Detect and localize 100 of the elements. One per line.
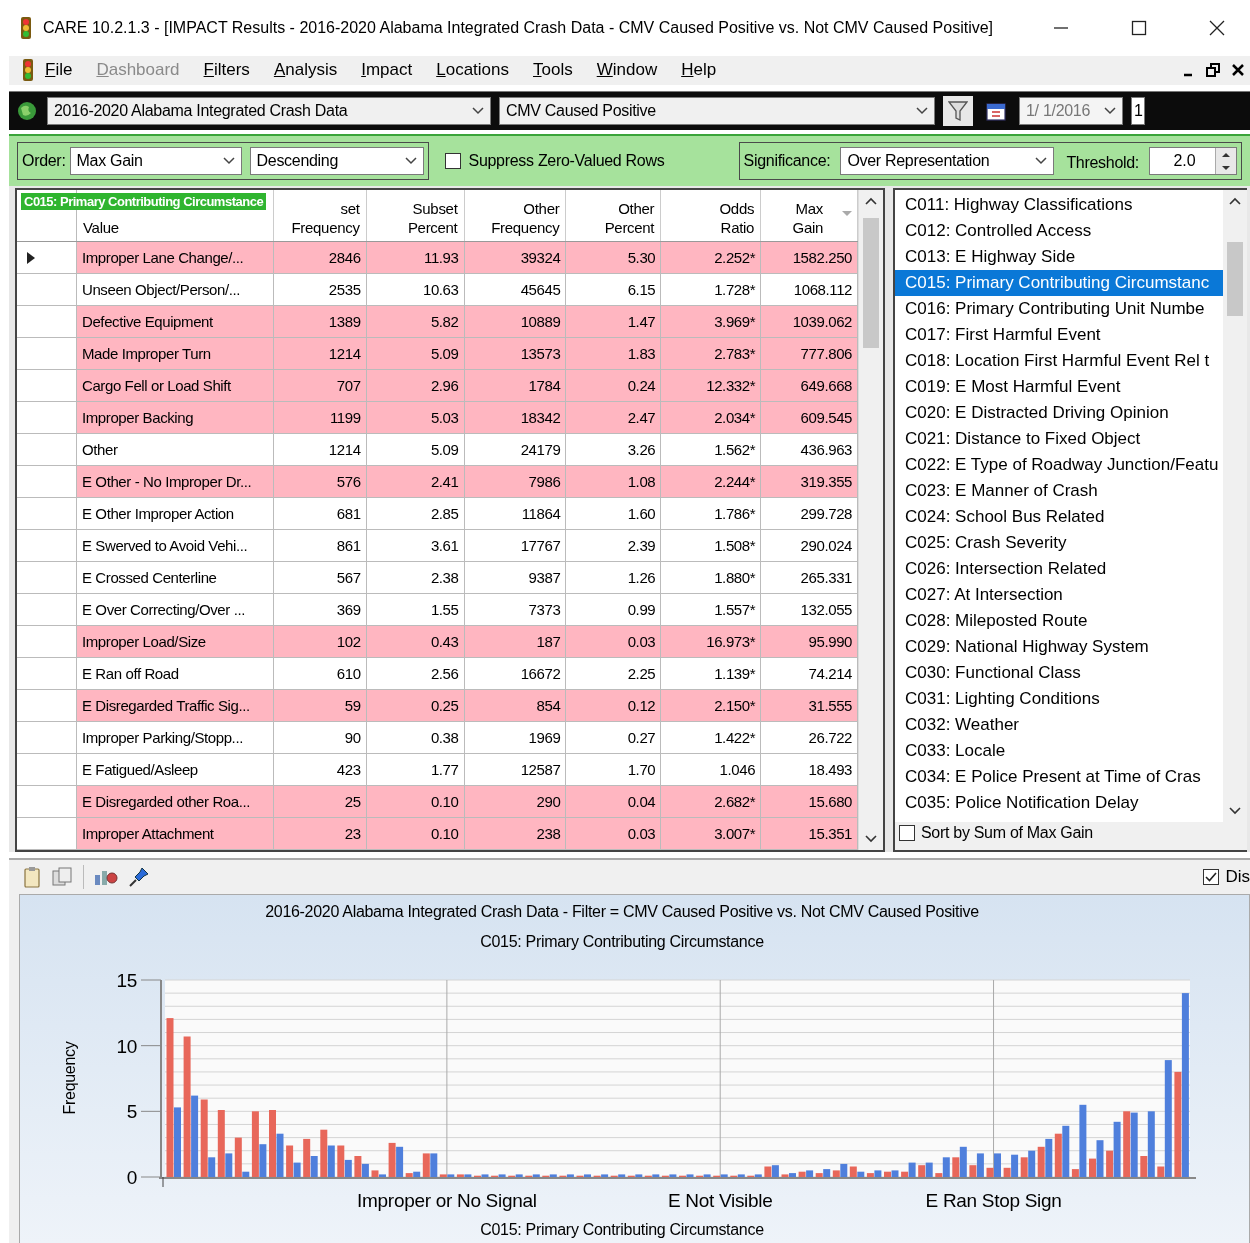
table-cell: 1199: [273, 402, 367, 433]
table-cell: 2.96: [366, 370, 465, 401]
calendar-icon[interactable]: [986, 101, 1006, 122]
axis-tick-label: 5: [126, 1101, 137, 1123]
axis-tick-label: 10: [116, 1035, 137, 1057]
copy-icon[interactable]: [51, 867, 73, 887]
list-item[interactable]: C019: E Most Harmful Event: [895, 374, 1223, 400]
caret-icon[interactable]: [1104, 107, 1116, 116]
checkbox[interactable]: [444, 153, 461, 169]
checkbox-label: Dis: [1225, 867, 1250, 887]
list-item[interactable]: C031: Lighting Conditions: [895, 686, 1223, 712]
column-header[interactable]: set Frequency: [273, 190, 367, 241]
list-item[interactable]: C027: At Intersection: [895, 582, 1223, 608]
down-arrow-icon[interactable]: [1221, 164, 1231, 171]
table-cell: E Disregarded Traffic Sig...: [77, 690, 274, 721]
dataset-dropdown[interactable]: 2016-2020 Alabama Integrated Crash Data: [47, 97, 491, 126]
chart-title: 2016-2020 Alabama Integrated Crash Data - Filter = CMV Caused Positive vs. Not CMV Caused Positive: [265, 903, 979, 920]
list-item[interactable]: C028: Mileposted Route: [895, 608, 1223, 634]
column-header[interactable]: Other Frequency: [464, 190, 567, 241]
table-cell: 5.30: [566, 242, 662, 273]
close-icon[interactable]: [1232, 63, 1244, 78]
menu-item[interactable]: Help: [669, 60, 729, 81]
table-cell: 15.680: [761, 786, 859, 817]
clipboard-icon[interactable]: [23, 866, 41, 888]
menu-item[interactable]: Analysis: [261, 60, 350, 81]
list-item[interactable]: C034: E Police Present at Time of Cras: [895, 764, 1223, 790]
list-item[interactable]: C021: Distance to Fixed Object: [895, 426, 1223, 452]
caret-icon[interactable]: [1035, 157, 1048, 165]
caret-icon[interactable]: [222, 157, 235, 165]
table-cell: 0.24: [566, 370, 662, 401]
menu-item[interactable]: Locations: [424, 60, 521, 81]
table-cell: 707: [273, 370, 367, 401]
scrollbar[interactable]: [858, 190, 883, 850]
scrollbar-thumb[interactable]: [863, 218, 879, 348]
table-cell: 0.10: [366, 818, 465, 849]
table-cell: 2.244*: [661, 466, 762, 497]
list-item[interactable]: C030: Functional Class: [895, 660, 1223, 686]
scrollbar-thumb[interactable]: [1227, 242, 1243, 316]
threshold-field[interactable]: 2.0: [1149, 147, 1237, 175]
table-cell: 12.332*: [661, 370, 762, 401]
table-cell: 2.47: [566, 402, 662, 433]
restore-icon[interactable]: [1206, 63, 1220, 78]
order-dropdown[interactable]: Max Gain: [69, 147, 242, 175]
list-item[interactable]: C024: School Bus Related: [895, 504, 1223, 530]
table-cell: 5.82: [366, 306, 465, 337]
list-item[interactable]: C033: Locale: [895, 738, 1223, 764]
table-cell: Made Improper Turn: [77, 338, 274, 369]
list-item[interactable]: C016: Primary Contributing Unit Numbe: [895, 296, 1223, 322]
caret-icon[interactable]: [404, 157, 417, 165]
pin-icon[interactable]: [128, 866, 150, 888]
table-cell: 2.150*: [661, 690, 762, 721]
table-cell: 0.04: [566, 786, 662, 817]
column-header[interactable]: Subset Percent: [366, 190, 465, 241]
up-arrow-icon[interactable]: [1221, 151, 1231, 158]
maximize-icon[interactable]: [1131, 19, 1147, 36]
table-cell: 2.41: [366, 466, 465, 497]
scrollbar[interactable]: [1223, 190, 1247, 822]
close-icon[interactable]: [1209, 19, 1225, 36]
checkbox[interactable]: [899, 825, 915, 841]
table-cell: 31.555: [761, 690, 859, 721]
list-item[interactable]: C029: National Highway System: [895, 634, 1223, 660]
table-cell: 0.10: [366, 786, 465, 817]
direction-dropdown[interactable]: Descending: [249, 147, 424, 175]
date-field[interactable]: 1: [1131, 97, 1145, 126]
table-cell: 290: [464, 786, 567, 817]
column-header[interactable]: Other Percent: [566, 190, 662, 241]
menu-item[interactable]: Tools: [521, 60, 585, 81]
list-item[interactable]: C011: Highway Classifications: [895, 192, 1223, 218]
list-item[interactable]: C023: E Manner of Crash: [895, 478, 1223, 504]
table-cell: Improper Lane Change/...: [77, 242, 274, 273]
table-cell: 2846: [273, 242, 367, 273]
table-cell: 609.545: [761, 402, 859, 433]
axis-title: C015: Primary Contributing Circumstance: [480, 1221, 764, 1238]
axis-tick-label: E Ran Stop Sign: [925, 1190, 1062, 1211]
list-item[interactable]: C025: Crash Severity: [895, 530, 1223, 556]
list-item[interactable]: C013: E Highway Side: [895, 244, 1223, 270]
list-item[interactable]: C015: Primary Contributing Circumstanc: [895, 270, 1223, 296]
filter-dropdown[interactable]: CMV Caused Positive: [499, 97, 935, 126]
checkbox[interactable]: [1203, 869, 1220, 885]
table-cell: 777.806: [761, 338, 859, 369]
list-item[interactable]: C026: Intersection Related: [895, 556, 1223, 582]
list-item[interactable]: C032: Weather: [895, 712, 1223, 738]
caret-icon[interactable]: [916, 107, 928, 116]
funnel-icon[interactable]: [948, 100, 968, 123]
list-item[interactable]: C022: E Type of Roadway Junction/Featu: [895, 452, 1223, 478]
menu-item[interactable]: Impact: [349, 60, 425, 81]
list-item[interactable]: C012: Controlled Access: [895, 218, 1223, 244]
list-item[interactable]: C017: First Harmful Event: [895, 322, 1223, 348]
list-item[interactable]: C035: Police Notification Delay: [895, 790, 1223, 816]
significance-dropdown[interactable]: Over Representation: [840, 147, 1055, 175]
menu-item[interactable]: File: [33, 60, 85, 81]
menu-item[interactable]: Filters: [191, 60, 262, 81]
list-item[interactable]: C020: E Distracted Driving Opinion: [895, 400, 1223, 426]
menu-item[interactable]: Window: [584, 60, 670, 81]
date-field[interactable]: 1/ 1/2016: [1019, 97, 1123, 126]
table-cell: E Other - No Improper Dr...: [77, 466, 274, 497]
column-header[interactable]: Odds Ratio: [661, 190, 762, 241]
table-cell: 0.03: [566, 818, 662, 849]
caret-icon[interactable]: [472, 107, 484, 116]
list-item[interactable]: C018: Location First Harmful Event Rel t: [895, 348, 1223, 374]
